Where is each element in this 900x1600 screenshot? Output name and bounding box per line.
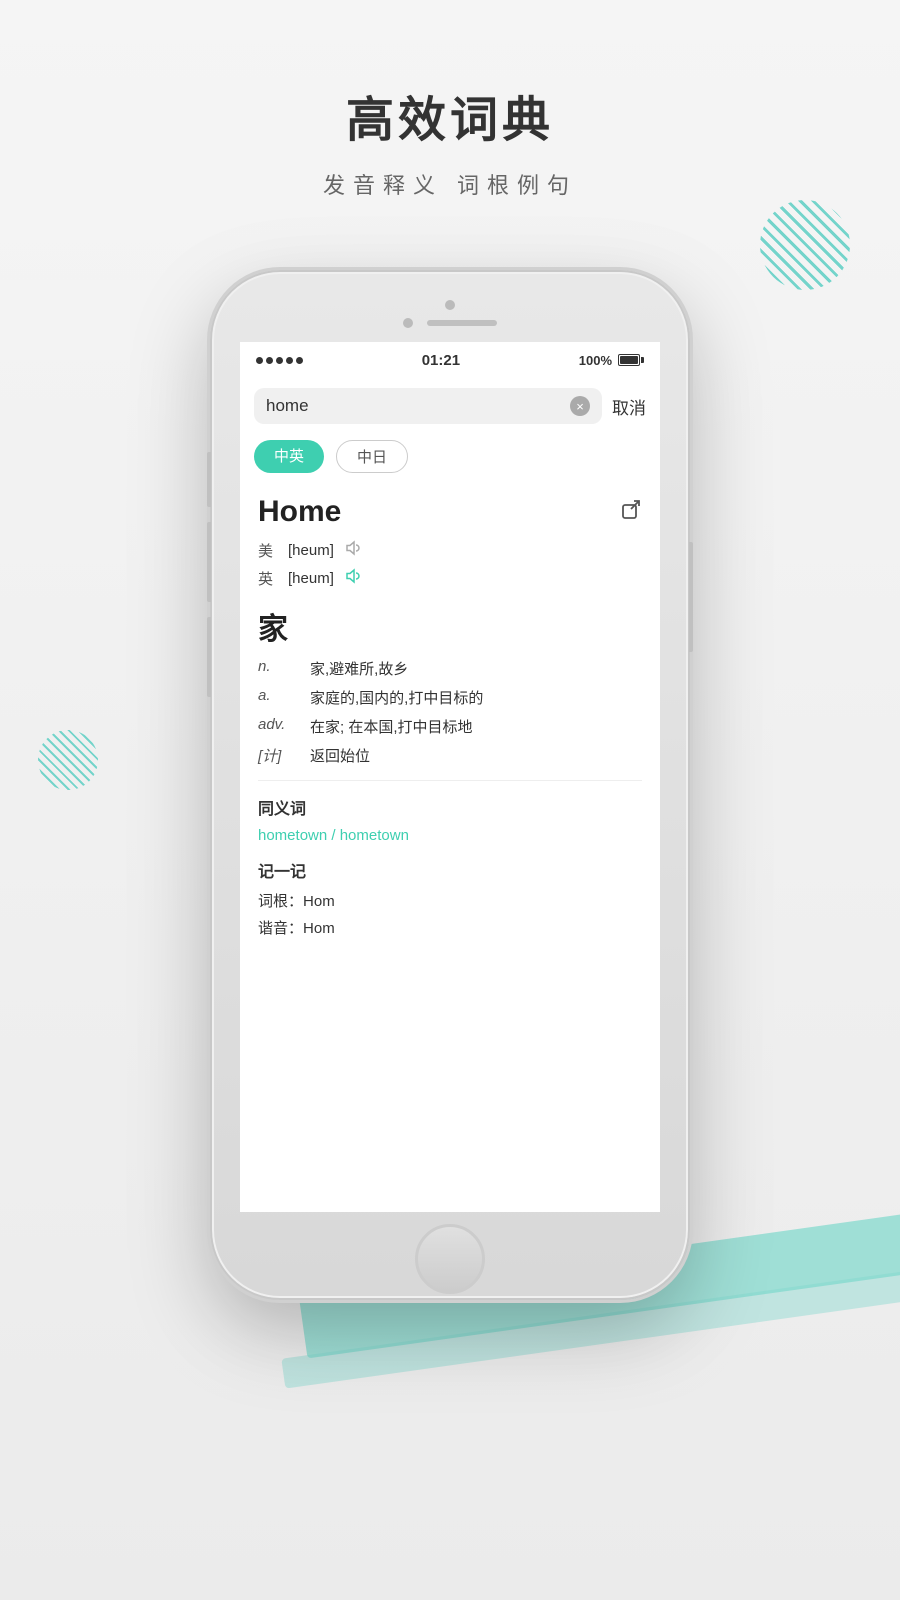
speaker-icon-uk[interactable] [344, 567, 362, 590]
dictionary-content: Home 美 [heum] 英 [heum] [240, 485, 660, 954]
definition-comp: [计] 返回始位 [258, 745, 642, 766]
region-label-uk: 英 [258, 568, 278, 589]
battery-icon [618, 354, 644, 366]
camera-dot [445, 300, 455, 310]
word-header: Home [258, 495, 642, 529]
speaker-area [403, 318, 497, 328]
signal-dot-4 [286, 357, 293, 364]
root-label: 词根： [258, 893, 303, 910]
page-subtitle: 发音释义 词根例句 [323, 168, 577, 200]
phone-top-area [403, 300, 497, 328]
deco-circle-bottom-left [38, 730, 98, 790]
sound-value: Hom [303, 920, 335, 937]
section-divider [258, 780, 642, 781]
signal-dot-2 [266, 357, 273, 364]
search-text: home [266, 396, 562, 416]
search-bar[interactable]: home × 取消 [240, 378, 660, 434]
def-text-comp: 返回始位 [310, 745, 370, 766]
pos-adv: adv. [258, 716, 294, 737]
definition-adv: adv. 在家; 在本国,打中目标地 [258, 716, 642, 737]
speaker-bar [427, 320, 497, 326]
signal-dot-3 [276, 357, 283, 364]
def-text-adv: 在家; 在本国,打中目标地 [310, 716, 473, 737]
region-label-us: 美 [258, 540, 278, 561]
chinese-translation: 家 [258, 604, 642, 648]
home-button[interactable] [415, 1224, 485, 1294]
word-title: Home [258, 495, 341, 529]
share-icon[interactable] [620, 498, 642, 526]
phone-mockup: 01:21 100% home [210, 270, 690, 1300]
definition-adj: a. 家庭的,国内的,打中目标的 [258, 687, 642, 708]
power-button [689, 542, 693, 652]
pos-adj: a. [258, 687, 294, 708]
signal-indicator [256, 357, 303, 364]
root-value: Hom [303, 893, 335, 910]
definition-noun: n. 家,避难所,故乡 [258, 658, 642, 679]
pronunciation-uk: 英 [heum] [258, 567, 642, 590]
status-right: 100% [579, 353, 644, 368]
signal-dot-5 [296, 357, 303, 364]
def-text-adj: 家庭的,国内的,打中目标的 [310, 687, 483, 708]
battery-percentage: 100% [579, 353, 612, 368]
battery-tip [641, 357, 644, 363]
status-bar: 01:21 100% [240, 342, 660, 378]
background: 高效词典 发音释义 词根例句 [0, 0, 900, 1600]
def-text-noun: 家,避难所,故乡 [310, 658, 408, 679]
battery-body [618, 354, 640, 366]
sound-label: 谐音： [258, 920, 303, 937]
pronunciation-us: 美 [heum] [258, 539, 642, 562]
front-camera [403, 318, 413, 328]
battery-fill [620, 356, 638, 364]
status-time: 01:21 [422, 352, 460, 369]
pos-noun: n. [258, 658, 294, 679]
pos-comp: [计] [258, 745, 294, 766]
word-sound-row: 谐音：Hom [258, 917, 642, 938]
language-tabs: 中英 中日 [240, 434, 660, 485]
search-clear-button[interactable]: × [570, 396, 590, 416]
signal-dot-1 [256, 357, 263, 364]
phone-screen: 01:21 100% home [240, 342, 660, 1212]
speaker-icon-us[interactable] [344, 539, 362, 562]
synonyms-label: 同义词 [258, 795, 642, 819]
synonyms-text[interactable]: hometown / hometown [258, 827, 642, 844]
phone-body: 01:21 100% home [210, 270, 690, 1300]
search-cancel-button[interactable]: 取消 [612, 394, 646, 419]
phonetic-uk: [heum] [288, 570, 334, 587]
deco-circle-top-right [760, 200, 850, 290]
tab-chinese-english[interactable]: 中英 [254, 440, 324, 473]
memory-label: 记一记 [258, 858, 642, 882]
memory-section: 词根：Hom 谐音：Hom [258, 890, 642, 938]
word-root-row: 词根：Hom [258, 890, 642, 911]
volume-up-button [207, 452, 211, 507]
search-input-wrap[interactable]: home × [254, 388, 602, 424]
mute-button [207, 617, 211, 697]
phonetic-us: [heum] [288, 542, 334, 559]
volume-down-button [207, 522, 211, 602]
page-title: 高效词典 [346, 80, 554, 150]
tab-chinese-japanese[interactable]: 中日 [336, 440, 408, 473]
